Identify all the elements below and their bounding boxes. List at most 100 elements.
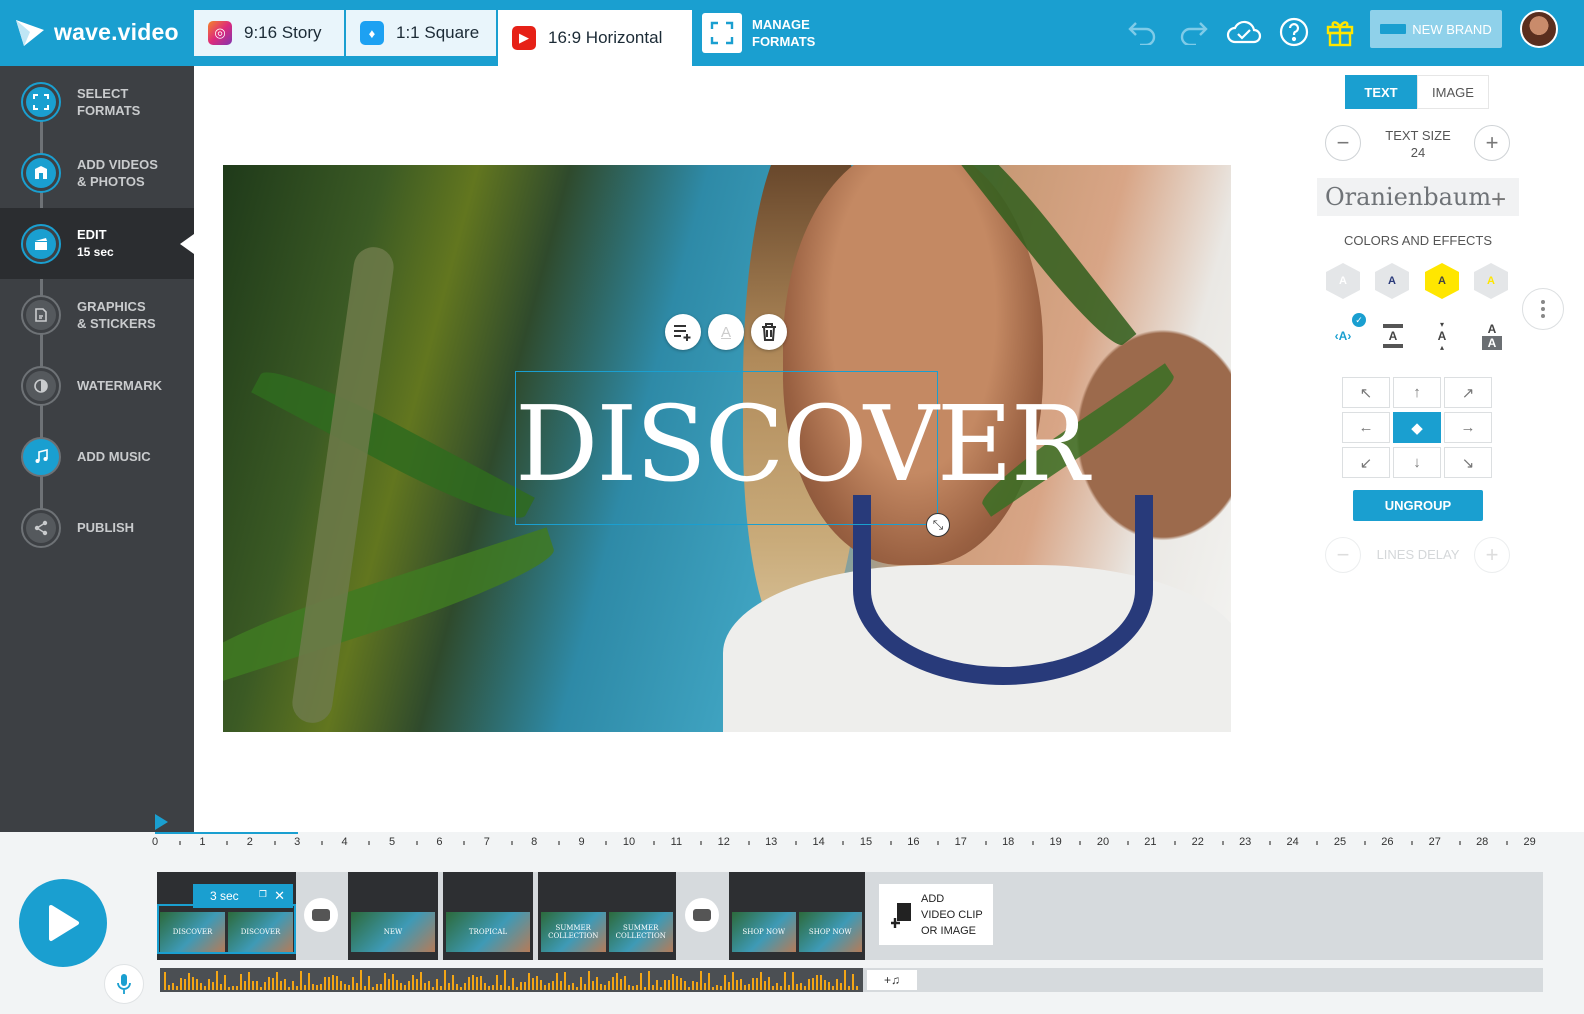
tick-label: 21 xyxy=(1144,836,1157,848)
text-size-decrease-button[interactable]: − xyxy=(1325,125,1361,161)
color-preset-blue[interactable]: A xyxy=(1375,263,1409,299)
format-tab-story[interactable]: ◎ 9:16 Story xyxy=(194,10,344,56)
timeline-clip[interactable]: SUMMER COLLECTION SUMMER COLLECTION xyxy=(538,872,676,960)
tick-mark xyxy=(368,841,371,845)
waveform-bar xyxy=(604,985,606,990)
color-preset-yellow-text[interactable]: A xyxy=(1474,263,1508,299)
format-tab-square[interactable]: ♦ 1:1 Square xyxy=(346,10,496,56)
canvas-title-text[interactable]: DISCOVER xyxy=(515,384,1089,504)
align-top-button[interactable]: ↑ xyxy=(1393,377,1441,408)
waveform-bar xyxy=(560,981,562,990)
delete-text-button[interactable] xyxy=(751,314,787,350)
sidebar-item-select-formats[interactable]: SELECT FORMATS xyxy=(0,66,194,137)
waveform-bar xyxy=(720,986,722,990)
instagram-icon: ◎ xyxy=(208,21,232,45)
color-preset-white[interactable]: A xyxy=(1326,263,1360,299)
waveform-bar xyxy=(656,980,658,990)
gift-icon[interactable] xyxy=(1322,14,1358,50)
playhead-icon[interactable] xyxy=(155,814,168,830)
align-bottom-left-button[interactable]: ↙ xyxy=(1342,447,1390,478)
sidebar-item-watermark[interactable]: WATERMARK xyxy=(0,350,194,421)
voiceover-button[interactable] xyxy=(104,964,144,1004)
sidebar-item-add-music[interactable]: ADD MUSIC xyxy=(0,421,194,492)
effect-lines[interactable]: A xyxy=(1373,316,1413,356)
tick-mark xyxy=(1316,841,1319,845)
align-left-button[interactable]: ← xyxy=(1342,412,1390,443)
format-tab-horizontal[interactable]: ▶ 16:9 Horizontal xyxy=(498,10,692,66)
text-size-increase-button[interactable]: + xyxy=(1474,125,1510,161)
ungroup-button[interactable]: UNGROUP xyxy=(1353,490,1483,521)
waveform-bar xyxy=(240,974,242,990)
tick-label: 17 xyxy=(954,836,967,848)
lines-delay-increase-button[interactable]: + xyxy=(1474,537,1510,573)
copy-clip-icon[interactable]: ❐ xyxy=(259,889,267,900)
tick-mark xyxy=(984,841,987,845)
close-icon[interactable]: ✕ xyxy=(274,888,285,904)
align-top-left-button[interactable]: ↖ xyxy=(1342,377,1390,408)
redo-icon[interactable] xyxy=(1176,14,1212,50)
waveform-bar xyxy=(520,982,522,990)
sidebar-item-add-videos[interactable]: ADD VIDEOS & PHOTOS xyxy=(0,137,194,208)
app-logo[interactable]: wave.video xyxy=(14,12,179,52)
waveform-bar xyxy=(444,970,446,990)
new-brand-button[interactable]: NEW BRAND xyxy=(1370,10,1502,48)
arrow-up-icon: ↑ xyxy=(1413,384,1421,401)
waveform-bar xyxy=(708,973,710,990)
waveform-bar xyxy=(568,985,570,990)
timeline-clip[interactable]: SHOP NOW SHOP NOW xyxy=(729,872,865,960)
add-font-icon[interactable]: + xyxy=(1491,184,1506,215)
manage-formats-button[interactable]: MANAGE FORMATS xyxy=(702,10,815,56)
sidebar-item-graphics[interactable]: GRAPHICS & STICKERS xyxy=(0,279,194,350)
waveform-bar xyxy=(260,987,262,990)
align-bottom-button[interactable]: ↓ xyxy=(1393,447,1441,478)
tab-text[interactable]: TEXT xyxy=(1345,75,1417,109)
text-style-button[interactable]: A xyxy=(708,314,744,350)
transition-button[interactable] xyxy=(304,898,338,932)
effect-stacked[interactable]: AA xyxy=(1472,316,1512,356)
avatar[interactable] xyxy=(1520,10,1558,48)
tick-mark xyxy=(557,841,560,845)
tick-label: 3 xyxy=(294,836,301,848)
timeline-clip[interactable]: TROPICAL xyxy=(443,872,533,960)
color-preset-yellow[interactable]: A xyxy=(1425,263,1459,299)
waveform-bar xyxy=(764,981,766,990)
clip-thumbnail: TROPICAL xyxy=(446,912,530,952)
add-clip-button[interactable]: ADD VIDEO CLIP OR IMAGE xyxy=(879,884,993,945)
lines-delay-decrease-button[interactable]: − xyxy=(1325,537,1361,573)
play-button[interactable] xyxy=(19,879,107,967)
clip-duration-badge[interactable]: 3 sec ❐ ✕ xyxy=(193,884,293,908)
add-music-button[interactable]: +♫ xyxy=(867,970,917,990)
waveform-bar xyxy=(612,977,614,990)
help-icon[interactable] xyxy=(1276,14,1312,50)
font-selector[interactable]: Oranienbaum xyxy=(1317,178,1519,216)
waveform-bar xyxy=(296,986,298,990)
sidebar-item-publish[interactable]: PUBLISH xyxy=(0,492,194,563)
align-right-button[interactable]: → xyxy=(1444,412,1492,443)
time-ruler[interactable]: 0 1 2 3 4 5 6 7 8 9 10 11 12 13 14 15 16 17 18 19 20 21 22 23 24… xyxy=(0,832,1584,854)
effect-bracket[interactable]: ▾ A ▴ xyxy=(1422,316,1462,356)
undo-icon[interactable] xyxy=(1124,14,1160,50)
resize-handle-icon[interactable]: ⤡ xyxy=(926,513,950,537)
waveform-bar xyxy=(508,986,510,990)
microphone-icon xyxy=(117,974,131,994)
more-options-button[interactable] xyxy=(1522,288,1564,330)
add-text-line-button[interactable] xyxy=(665,314,701,350)
waveform-bar xyxy=(772,986,774,990)
align-bottom-right-button[interactable]: ↘ xyxy=(1444,447,1492,478)
cloud-saved-icon[interactable] xyxy=(1226,14,1262,50)
waveform-bar xyxy=(392,974,394,990)
tab-image[interactable]: IMAGE xyxy=(1417,75,1489,109)
waveform-bar xyxy=(176,986,178,990)
transition-button[interactable] xyxy=(685,898,719,932)
align-top-right-button[interactable]: ↗ xyxy=(1444,377,1492,408)
tick-mark xyxy=(1079,841,1082,845)
waveform-bar xyxy=(824,980,826,990)
sidebar-item-edit[interactable]: EDIT 15 sec xyxy=(0,208,194,279)
timeline-clip[interactable]: NEW xyxy=(348,872,438,960)
align-center-button[interactable]: ◆ xyxy=(1393,412,1441,443)
audio-track[interactable] xyxy=(160,968,863,992)
waveform-bar xyxy=(256,981,258,990)
waveform-bar xyxy=(668,980,670,990)
waveform-bar xyxy=(244,981,246,990)
waveform-bar xyxy=(540,980,542,990)
